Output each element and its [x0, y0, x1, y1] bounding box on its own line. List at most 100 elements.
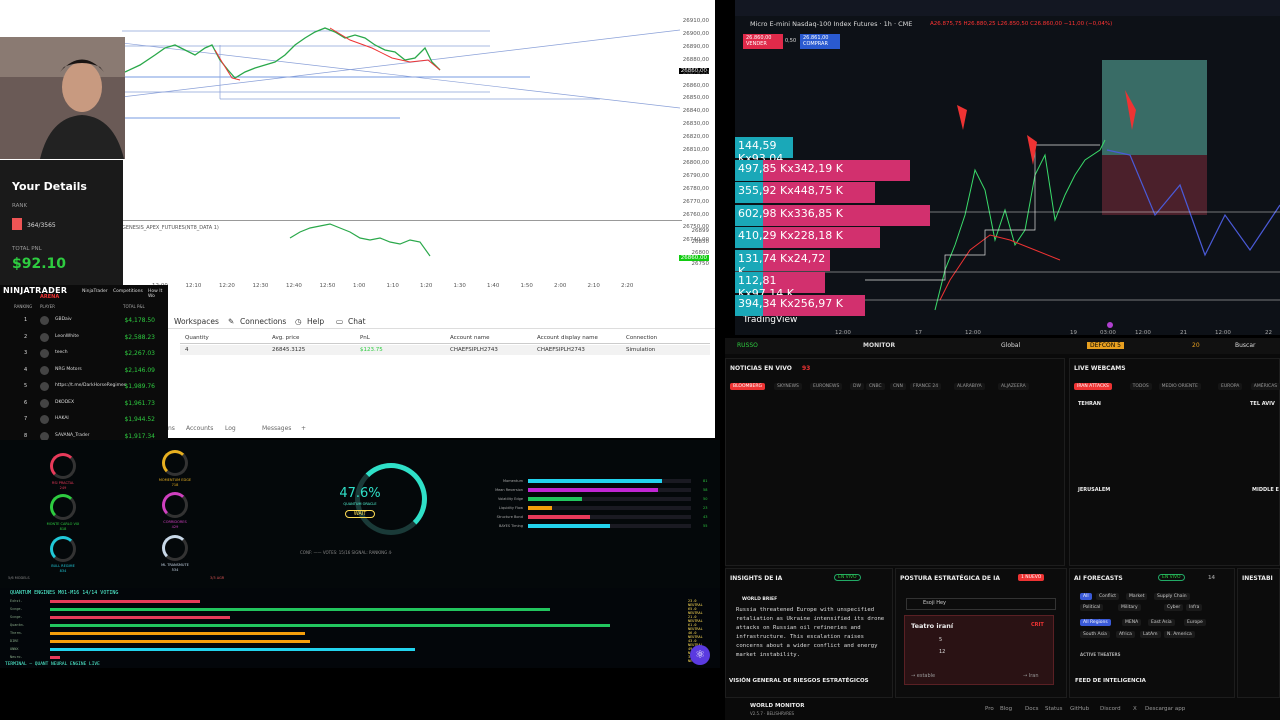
tv-x-tick: 03:00 [1100, 330, 1116, 336]
tab-accounts[interactable]: Accounts [186, 425, 213, 432]
player-name: https://t.me/DarkHorseRegimes [55, 383, 127, 388]
forecast-tag[interactable]: Cyber [1164, 604, 1184, 611]
webcam-tab[interactable]: IRAN ATTACKS [1074, 383, 1112, 390]
forecast-tag[interactable]: Military [1118, 604, 1141, 611]
leaderboard-row[interactable]: 3 teech $2,267.03 [10, 346, 158, 362]
news-tab[interactable]: ALJAZEERA [998, 383, 1029, 390]
quantum-state: WAIT [345, 510, 375, 518]
region-tag[interactable]: All Regions [1080, 619, 1111, 626]
nav-how-it-works[interactable]: How It Wo [148, 289, 168, 299]
gauge-value: 534 [171, 568, 179, 572]
menu-chat[interactable]: Chat [348, 317, 366, 326]
menu-connections[interactable]: Connections [240, 317, 286, 326]
leaderboard-row[interactable]: 4 NRG Motors $2,146.09 [10, 363, 158, 379]
factor-track [528, 488, 691, 492]
theatre-tag: CRIT [1031, 622, 1044, 628]
row-rank: 7 [24, 416, 28, 422]
y-tick: 26840,00 [682, 108, 709, 115]
tab-log[interactable]: Log [225, 425, 236, 432]
posture-select[interactable]: Esoji Hey [906, 598, 1056, 610]
nav-competitions[interactable]: Competitions [113, 289, 143, 294]
news-tab[interactable]: BLOOMBERG [730, 383, 765, 390]
add-tab-button[interactable]: + [301, 425, 306, 432]
footer-link[interactable]: Docs [1025, 706, 1039, 712]
region-tag[interactable]: LatAm [1140, 631, 1161, 638]
your-details-card: Your Details RANK 364/3565 TOTAL PNL $92… [0, 160, 123, 285]
leaderboard-row[interactable]: 6 DKODEX $1,961.73 [10, 396, 158, 412]
wm-region-status[interactable]: RUSSO [737, 342, 758, 349]
x-tick: 1:10 [386, 283, 399, 289]
engine-row: DIRE43.0 NEUTRAL [10, 639, 710, 647]
footer-link[interactable]: Status [1045, 706, 1063, 712]
leaderboard-row[interactable]: 7 HAKAI $1,944.52 [10, 412, 158, 428]
menu-help[interactable]: Help [307, 317, 324, 326]
x-tick: 1:20 [420, 283, 433, 289]
tab-positions[interactable]: ns [168, 425, 175, 432]
news-tab[interactable]: DW [850, 383, 864, 390]
engine-name: Exhst. [10, 599, 23, 603]
forecasts-count: 14 [1208, 575, 1215, 581]
footer-link[interactable]: Blog [1000, 706, 1012, 712]
nav-ninjatrader[interactable]: NinjaTrader [82, 289, 108, 294]
leaderboard-row[interactable]: 2 LeonWhite $2,588.23 [10, 330, 158, 346]
col-ranking: RANKING [14, 304, 33, 309]
region-tag[interactable]: Africa [1116, 631, 1135, 638]
webcam-tab[interactable]: MEDIO ORIENTE [1158, 383, 1201, 390]
news-tab[interactable]: ALARABIYA [954, 383, 985, 390]
news-tab[interactable]: CNBC [866, 383, 885, 390]
tv-x-tick: 12:00 [1215, 330, 1231, 336]
leaderboard-row[interactable]: 5 https://t.me/DarkHorseRegimes $1,989.76 [10, 379, 158, 395]
news-tab[interactable]: SKYNEWS [774, 383, 802, 390]
forecast-tag[interactable]: All [1080, 593, 1092, 600]
region-tag[interactable]: N. America [1164, 631, 1195, 638]
wm-global-select[interactable]: Global [1001, 342, 1020, 349]
brief-label: WORLD BRIEF [742, 597, 778, 602]
footer-link[interactable]: Discord [1100, 706, 1121, 712]
menu-workspaces[interactable]: Workspaces [174, 317, 219, 326]
webcam-tab[interactable]: TODOS [1129, 383, 1152, 390]
alert-count[interactable]: 20 [1192, 342, 1200, 349]
forecast-tag[interactable]: Conflict [1096, 593, 1120, 600]
cam-tehran[interactable]: TEHRAN [1078, 401, 1101, 407]
region-tag[interactable]: MENA [1122, 619, 1142, 626]
footer-link[interactable]: Pro [985, 706, 994, 712]
plug-icon: ✎ [228, 317, 235, 326]
tv-x-tick: 21 [1180, 330, 1187, 336]
news-tab[interactable]: CNN [890, 383, 906, 390]
cam-middle-east[interactable]: MIDDLE E [1252, 487, 1279, 493]
forecasts-title: AI FORECASTS [1074, 575, 1123, 582]
news-tab[interactable]: EURONEWS [810, 383, 843, 390]
positions-header: Quantity Avg. price PnL Account name Acc… [180, 333, 710, 344]
forecast-tag[interactable]: Market [1126, 593, 1148, 600]
gauge-label: MOMENTUM EDGE [158, 478, 192, 482]
theatre-row-1: 5 [939, 637, 943, 643]
forecast-tag[interactable]: Infra [1186, 604, 1203, 611]
region-tag[interactable]: South Asia [1080, 631, 1110, 638]
tradingview-chart[interactable]: Micro E-mini Nasdaq-100 Index Futures · … [735, 0, 1280, 336]
player-name: HAKAI [55, 416, 69, 421]
indicator-y-tick: 26750 [691, 261, 710, 267]
indicator-y-tick: 26800 [691, 250, 710, 256]
cam-tel-aviv[interactable]: TEL AVIV [1250, 401, 1275, 407]
theatre-card[interactable]: Teatro iraní CRIT 5 12 → estable → Iran [904, 615, 1054, 685]
forecast-tag[interactable]: Supply Chain [1154, 593, 1190, 600]
footer-link[interactable]: GitHub [1070, 706, 1089, 712]
footer-link[interactable]: Descargar app [1145, 706, 1185, 712]
quantum-label: QUANTUM ORACLE [343, 502, 377, 506]
react-fab-icon[interactable]: ⚛ [690, 645, 710, 665]
cam-jerusalem[interactable]: JERUSALEM [1078, 487, 1110, 493]
news-tab[interactable]: FRANCE 24 [910, 383, 942, 390]
posture-panel: POSTURA ESTRATÉGICA DE IA 1 NUEVO Esoji … [895, 568, 1067, 698]
forecasts-live: EN VIVO [1158, 574, 1185, 581]
search-button[interactable]: Buscar [1235, 342, 1256, 349]
webcam-tab[interactable]: EUROPA [1218, 383, 1243, 390]
position-row[interactable]: 4 26845.3125 $123.75 CHAEFSIPLH2743 CHAE… [180, 345, 710, 355]
webcam-tab[interactable]: AMÉRICAS [1250, 383, 1280, 390]
tab-messages[interactable]: Messages [262, 425, 291, 432]
col-account-display: Account display name [537, 335, 598, 341]
leaderboard-row[interactable]: 1 GBDaiv $4,178.50 [10, 313, 158, 329]
region-tag[interactable]: East Asia [1148, 619, 1175, 626]
forecast-tag[interactable]: Political [1080, 604, 1104, 611]
region-tag[interactable]: Europe [1184, 619, 1206, 626]
footer-link[interactable]: X [1133, 706, 1137, 712]
